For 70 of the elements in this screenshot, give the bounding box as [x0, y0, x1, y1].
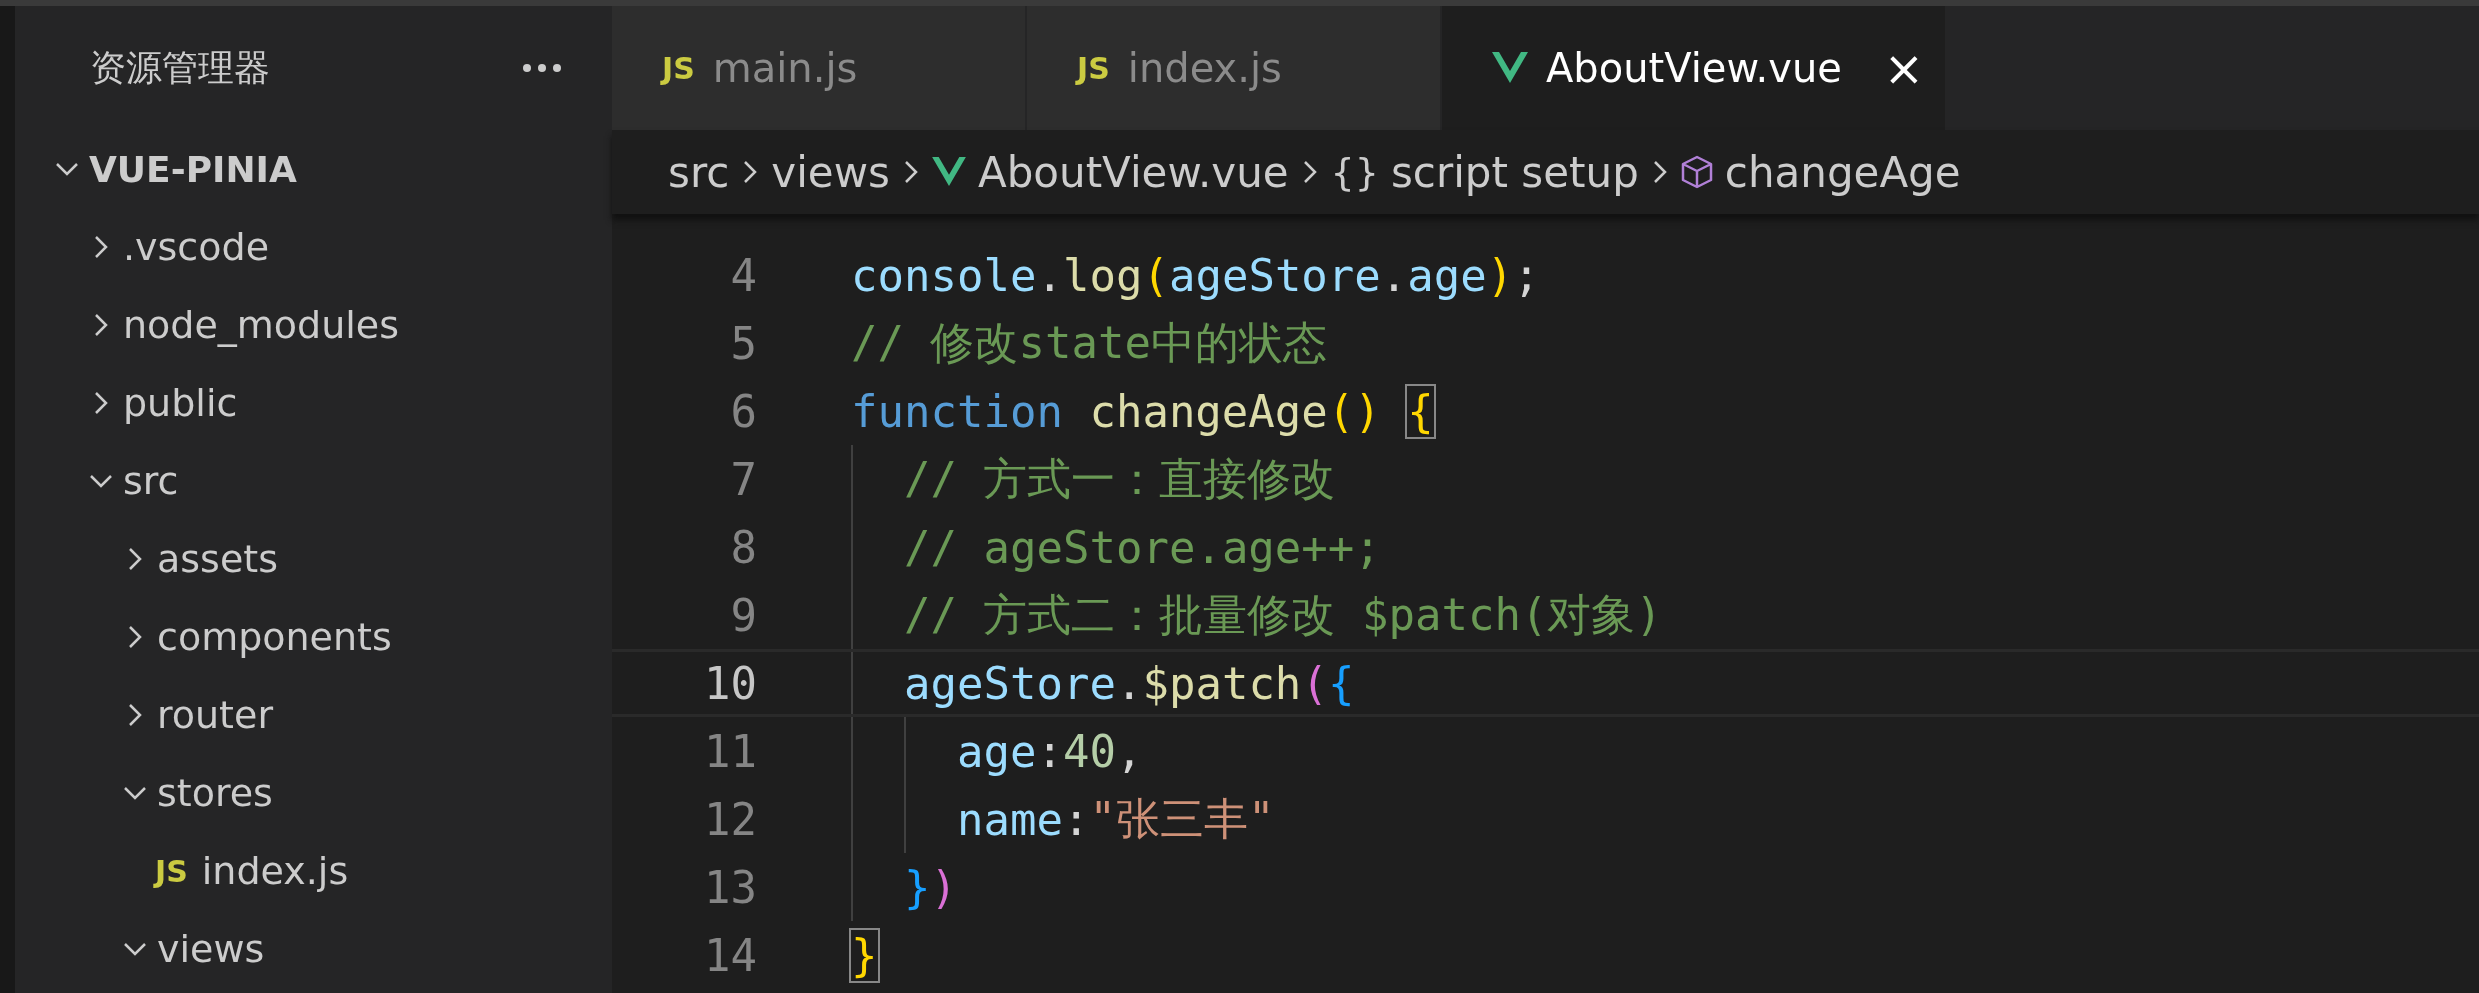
- code-token: ageStore: [904, 657, 1116, 709]
- code-token: :: [1036, 725, 1063, 777]
- line-number: 14: [703, 929, 757, 981]
- code-token: // ageStore.age++;: [904, 521, 1381, 573]
- code-token: age: [1407, 249, 1487, 301]
- folder-item[interactable]: node_modules: [123, 303, 400, 347]
- breadcrumb-item[interactable]: AboutView.vue: [977, 147, 1289, 197]
- close-tab-button[interactable]: ×: [1883, 40, 1925, 96]
- line-number: 11: [703, 725, 757, 777]
- folder-item[interactable]: views: [157, 927, 265, 971]
- code-token: age: [957, 725, 1037, 777]
- code-token: console: [851, 249, 1037, 301]
- folder-item[interactable]: .vscode: [123, 225, 269, 269]
- explorer-title: 资源管理器: [90, 45, 270, 90]
- code-token: log: [1062, 249, 1143, 301]
- folder-item[interactable]: public: [123, 381, 238, 425]
- code-token: 40: [1063, 725, 1116, 777]
- code-token: ): [930, 861, 957, 913]
- file-item[interactable]: index.js: [201, 849, 349, 893]
- code-token: $patch: [1142, 657, 1302, 709]
- folder-item[interactable]: router: [157, 693, 274, 737]
- line-number: 12: [703, 793, 757, 845]
- code-token: }: [904, 861, 931, 913]
- js-file-label: JS: [155, 853, 188, 889]
- folder-item[interactable]: src: [123, 459, 179, 503]
- code-token: (): [1327, 385, 1381, 437]
- code-token: // 修改state中的状态: [851, 315, 1327, 370]
- line-number: 10: [703, 657, 757, 709]
- cube-icon: [1680, 155, 1713, 189]
- code-token: // 方式一：直接修改: [904, 451, 1336, 506]
- line-number: 6: [729, 385, 757, 437]
- breadcrumb-item[interactable]: changeAge: [1724, 147, 1961, 197]
- code-token: .: [1036, 249, 1063, 301]
- project-folder[interactable]: VUE-PINIA: [89, 148, 297, 190]
- editor-tab[interactable]: JS main.js: [612, 6, 1027, 130]
- code-token: }: [851, 929, 878, 981]
- line-number: 13: [703, 861, 757, 913]
- code-token: ageStore: [1168, 249, 1381, 301]
- line-number: 7: [729, 453, 757, 505]
- breadcrumb-item[interactable]: script setup: [1390, 147, 1639, 197]
- folder-item[interactable]: assets: [157, 537, 278, 581]
- breadcrumb-item[interactable]: views: [771, 147, 890, 197]
- editor-tab[interactable]: AboutView.vue ×: [1442, 6, 1947, 130]
- vue-logo-icon: [931, 157, 966, 187]
- code-token: (: [1301, 657, 1328, 709]
- vue-logo-icon: [1492, 52, 1528, 84]
- code-token: .: [1380, 249, 1408, 301]
- code-token: // 方式二：批量修改 $patch(对象): [904, 587, 1662, 642]
- code-token: .: [1115, 657, 1143, 709]
- code-token: :: [1062, 793, 1090, 845]
- code-token: changeAge: [1089, 385, 1328, 437]
- breadcrumb-item[interactable]: src: [668, 147, 730, 197]
- more-actions-icon[interactable]: [522, 63, 562, 73]
- line-number: 9: [729, 589, 757, 641]
- code-token: ,: [1115, 725, 1143, 777]
- code-token: name: [957, 793, 1063, 845]
- line-number: 5: [729, 317, 757, 369]
- code-token: (: [1142, 249, 1169, 301]
- editor-tab[interactable]: JS index.js: [1027, 6, 1442, 130]
- folder-item[interactable]: stores: [157, 771, 273, 815]
- code-token: function: [851, 385, 1063, 437]
- code-token: {: [1407, 385, 1434, 437]
- code-token: {: [1327, 657, 1355, 709]
- code-token: "张三丰": [1089, 791, 1275, 846]
- line-number: 8: [729, 521, 757, 573]
- folder-item[interactable]: components: [157, 615, 392, 659]
- braces-icon: {}: [1330, 150, 1379, 194]
- line-number: 4: [729, 249, 757, 301]
- code-token: ): [1486, 249, 1514, 301]
- code-token: ;: [1513, 249, 1540, 301]
